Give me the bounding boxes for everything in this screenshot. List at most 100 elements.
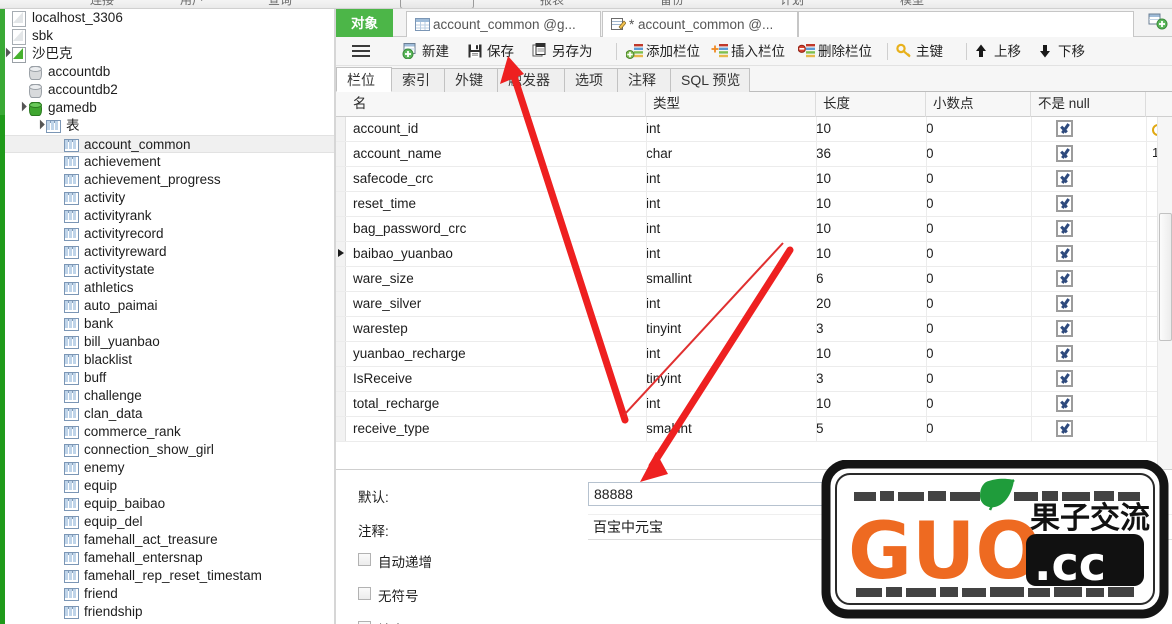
cell-field-type[interactable]: int [646,392,811,416]
cell-field-name[interactable]: ware_silver [353,292,643,316]
cell-field-length[interactable]: 10 [816,217,921,241]
cell-field-type[interactable]: tinyint [646,317,811,341]
tree-item-gamedb[interactable]: gamedb [5,99,335,117]
cell-field-length[interactable]: 10 [816,192,921,216]
cell-field-name[interactable]: safecode_crc [353,167,643,191]
tree-item-equip[interactable]: equip [5,477,335,495]
table-row[interactable]: account_name char 36 0 [336,142,1172,167]
tree-item-equip_baibao[interactable]: equip_baibao [5,495,335,513]
not-null-checkbox[interactable] [1056,320,1073,337]
fields-grid[interactable]: 名 类型 长度 小数点 不是 null account_id int 10 0 1 acc… [336,92,1172,469]
cell-field-name[interactable]: account_id [353,117,643,141]
cell-field-type[interactable]: smallint [646,417,811,441]
cell-field-name[interactable]: bag_password_crc [353,217,643,241]
cell-field-length[interactable]: 10 [816,117,921,141]
cell-field-type[interactable]: int [646,242,811,266]
save-as-button[interactable]: 另存为 [532,41,593,62]
tree-expander-open[interactable] [15,99,27,118]
not-null-checkbox[interactable] [1056,420,1073,437]
cell-field-length[interactable]: 10 [816,242,921,266]
grid-scrollbar[interactable] [1157,117,1172,469]
tree-item-equip_del[interactable]: equip_del [5,513,335,531]
tree-item-famehall_entersnap[interactable]: famehall_entersnap [5,549,335,567]
tree-item-bank[interactable]: bank [5,315,335,333]
unsigned-checkbox[interactable] [358,587,371,600]
subtab-4[interactable]: 触发器 [497,68,565,92]
row-selector[interactable] [336,167,346,191]
cell-field-decimals[interactable]: 0 [926,142,1026,166]
cell-field-decimals[interactable]: 0 [926,267,1026,291]
tree-item-activity[interactable]: activity [5,189,335,207]
table-row[interactable]: receive_type smallint 5 0 [336,417,1172,442]
table-row[interactable]: ware_size smallint 6 0 [336,267,1172,292]
tree-item-activitystate[interactable]: activitystate [5,261,335,279]
cell-field-decimals[interactable]: 0 [926,392,1026,416]
tree-item-accountdb2[interactable]: accountdb2 [5,81,335,99]
cell-field-type[interactable]: int [646,342,811,366]
cell-field-name[interactable]: reset_time [353,192,643,216]
tree-item-activityrecord[interactable]: activityrecord [5,225,335,243]
subtab-1[interactable]: 栏位 [336,67,392,92]
table-row[interactable]: reset_time int 10 0 [336,192,1172,217]
row-selector[interactable] [336,367,346,391]
cell-field-type[interactable]: int [646,217,811,241]
tree-item-sbk[interactable]: sbk [5,27,335,45]
subtab-5[interactable]: 选项 [564,68,618,92]
tree-expander-open[interactable] [33,117,45,136]
column-header-key[interactable] [1146,92,1172,117]
cell-field-decimals[interactable]: 0 [926,117,1026,141]
save-button[interactable]: 保存 [467,41,514,62]
cell-field-decimals[interactable]: 0 [926,242,1026,266]
tree-item-account_common[interactable]: account_common [5,135,335,153]
cell-field-name[interactable]: baibao_yuanbao [353,242,643,266]
row-selector[interactable] [336,142,346,166]
not-null-checkbox[interactable] [1056,245,1073,262]
cell-field-length[interactable]: 3 [816,367,921,391]
tree-item-accountdb[interactable]: accountdb [5,63,335,81]
auto-increment-checkbox[interactable] [358,553,371,566]
row-selector[interactable] [336,392,346,416]
table-row[interactable]: bag_password_crc int 10 0 [336,217,1172,242]
cell-field-decimals[interactable]: 0 [926,167,1026,191]
hamburger-icon[interactable] [352,45,370,58]
tree-item-表[interactable]: 表 [5,117,335,135]
cell-field-name[interactable]: total_recharge [353,392,643,416]
cell-field-type[interactable]: int [646,117,811,141]
cell-field-decimals[interactable]: 0 [926,292,1026,316]
cell-field-decimals[interactable]: 0 [926,342,1026,366]
column-header-decimals[interactable]: 小数点 [926,92,1031,117]
cell-field-length[interactable]: 10 [816,392,921,416]
row-selector[interactable] [336,242,346,266]
row-selector[interactable] [336,117,346,141]
not-null-checkbox[interactable] [1056,270,1073,287]
tab-objects[interactable]: 对象 [336,9,393,37]
row-selector[interactable] [336,342,346,366]
move-down-button[interactable]: 下移 [1038,41,1085,62]
grid-scrollbar-thumb[interactable] [1159,213,1172,341]
tree-item-famehall_act_treasure[interactable]: famehall_act_treasure [5,531,335,549]
table-row[interactable]: safecode_crc int 10 0 [336,167,1172,192]
new-button[interactable]: 新建 [402,41,449,62]
add-field-button[interactable]: 添加栏位 [625,41,700,62]
cell-field-name[interactable]: warestep [353,317,643,341]
tree-item-challenge[interactable]: challenge [5,387,335,405]
delete-field-button[interactable]: 删除栏位 [797,41,872,62]
cell-field-type[interactable]: char [646,142,811,166]
tree-item-athletics[interactable]: athletics [5,279,335,297]
tree-item-buff[interactable]: buff [5,369,335,387]
column-header-type[interactable]: 类型 [646,92,816,117]
not-null-checkbox[interactable] [1056,370,1073,387]
tree-item-activityrank[interactable]: activityrank [5,207,335,225]
cell-field-type[interactable]: smallint [646,267,811,291]
table-row[interactable]: total_recharge int 10 0 [336,392,1172,417]
cell-field-length[interactable]: 10 [816,167,921,191]
cell-field-decimals[interactable]: 0 [926,367,1026,391]
row-selector[interactable] [336,317,346,341]
cell-field-decimals[interactable]: 0 [926,217,1026,241]
cell-field-name[interactable]: yuanbao_recharge [353,342,643,366]
row-selector[interactable] [336,192,346,216]
tree-item-activityreward[interactable]: activityreward [5,243,335,261]
cell-field-type[interactable]: int [646,292,811,316]
tree-item-blacklist[interactable]: blacklist [5,351,335,369]
cell-field-length[interactable]: 6 [816,267,921,291]
